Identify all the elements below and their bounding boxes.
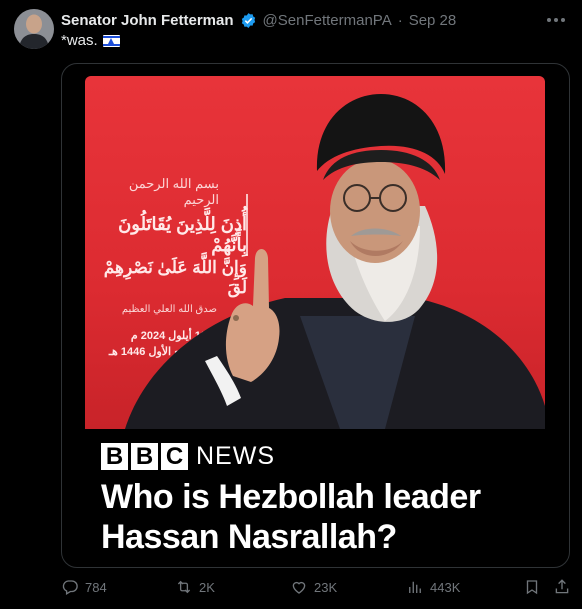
like-count: 23K <box>314 579 338 595</box>
logo-letter-c: C <box>161 443 188 470</box>
header-separator: · <box>397 11 403 29</box>
repost-icon <box>177 580 191 594</box>
like-icon <box>292 581 306 594</box>
views-button[interactable]: 443K <box>406 578 460 596</box>
reply-icon <box>62 580 78 595</box>
bbc-news-logo: B B C NEWS <box>101 442 275 471</box>
repost-button[interactable]: 2K <box>175 578 215 596</box>
author-handle[interactable]: @SenFettermanPA <box>263 12 392 29</box>
bookmark-button[interactable] <box>523 578 541 596</box>
tweet-date[interactable]: Sep 28 <box>409 12 457 29</box>
bookmark-icon <box>526 580 538 595</box>
headline-line-2: Hassan Nasrallah? <box>101 518 397 556</box>
logo-letter-b1: B <box>101 443 128 470</box>
quoted-media-card[interactable]: بسم الله الرحمن الرحيم أُذِنَ لِلَّذِينَ… <box>61 63 570 568</box>
reply-button[interactable]: 784 <box>61 578 107 596</box>
share-icon <box>555 579 569 594</box>
tweet-body: *was. <box>61 32 98 49</box>
flag-israel-icon <box>102 34 120 47</box>
news-photo: بسم الله الرحمن الرحيم أُذِنَ لِلَّذِينَ… <box>85 76 545 429</box>
logo-letter-b2: B <box>131 443 158 470</box>
tweet-text: *was. <box>61 32 120 49</box>
verified-badge-icon[interactable] <box>240 12 257 29</box>
share-button[interactable] <box>553 578 571 596</box>
logo-word-news: NEWS <box>196 442 275 470</box>
bbc-banner: B B C NEWS Who is Hezbollah leader Hassa… <box>85 429 545 564</box>
headline-line-1: Who is Hezbollah leader <box>101 478 481 516</box>
article-image[interactable]: بسم الله الرحمن الرحيم أُذِنَ لِلَّذِينَ… <box>85 76 545 564</box>
tweet-header: Senator John Fetterman @SenFettermanPA ·… <box>61 10 456 30</box>
views-count: 443K <box>430 579 461 595</box>
like-button[interactable]: 23K <box>290 578 337 596</box>
author-avatar[interactable] <box>14 9 54 49</box>
views-icon <box>409 581 421 593</box>
author-name[interactable]: Senator John Fetterman <box>61 12 234 29</box>
more-icon[interactable] <box>546 12 566 28</box>
reply-count: 784 <box>85 579 107 595</box>
article-headline: Who is Hezbollah leader Hassan Nasrallah… <box>101 477 531 557</box>
speaker-figure <box>125 94 545 429</box>
tweet-actions: 784 2K 23K 443K <box>61 578 571 598</box>
repost-count: 2K <box>199 579 215 595</box>
